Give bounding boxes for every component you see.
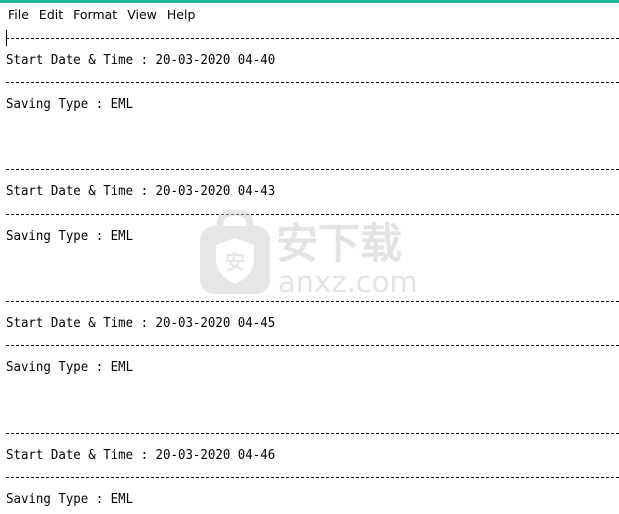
text-editor-area[interactable]: Start Date & Time : 20-03-2020 04-40 Sav… xyxy=(0,26,619,514)
menu-view[interactable]: View xyxy=(122,4,162,26)
separator-line xyxy=(6,301,619,302)
separator-line xyxy=(6,169,619,170)
separator-line xyxy=(6,214,619,215)
menu-help[interactable]: Help xyxy=(162,4,201,26)
start-datetime-line: Start Date & Time : 20-03-2020 04-43 xyxy=(6,183,276,199)
start-datetime-line: Start Date & Time : 20-03-2020 04-45 xyxy=(6,315,276,331)
menu-edit[interactable]: Edit xyxy=(34,4,68,26)
separator-line xyxy=(6,82,619,83)
separator-line xyxy=(6,38,619,39)
start-datetime-line: Start Date & Time : 20-03-2020 04-40 xyxy=(6,52,276,68)
saving-type-line: Saving Type : EML xyxy=(6,228,134,244)
saving-type-line: Saving Type : EML xyxy=(6,491,134,507)
saving-type-line: Saving Type : EML xyxy=(6,96,134,112)
separator-line xyxy=(6,477,619,478)
separator-line xyxy=(6,433,619,434)
menu-bar: File Edit Format View Help xyxy=(0,3,619,26)
saving-type-line: Saving Type : EML xyxy=(6,359,134,375)
menu-file[interactable]: File xyxy=(0,4,34,26)
start-datetime-line: Start Date & Time : 20-03-2020 04-46 xyxy=(6,447,276,463)
separator-line xyxy=(6,345,619,346)
notepad-window: File Edit Format View Help Start Date & … xyxy=(0,0,619,514)
menu-format[interactable]: Format xyxy=(68,4,122,26)
